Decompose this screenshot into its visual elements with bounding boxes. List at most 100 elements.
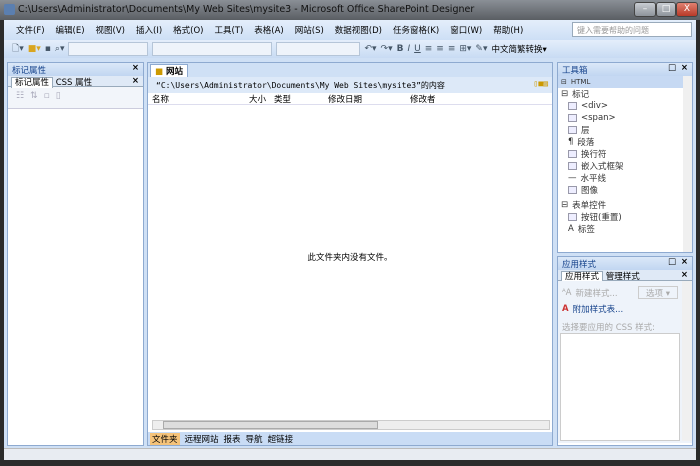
highlight-icon[interactable]: ✎▾ [475,44,487,54]
item-label: 嵌入式框架 [581,162,624,172]
toolbox-item-hr[interactable]: — 水平线 [568,172,692,184]
open-icon[interactable]: ■▾ [28,44,41,54]
column-type[interactable]: 类型 [274,93,291,105]
menu-taskpanes[interactable]: 任务窗格(K) [393,24,439,36]
horizontal-scrollbar[interactable] [152,420,550,430]
span-icon [568,114,577,122]
item-label: 段落 [577,138,595,148]
menu-dataview[interactable]: 数据视图(D) [335,24,382,36]
maximize-icon[interactable]: □ [668,257,676,267]
toolbox-item-image[interactable]: 图像 [568,184,692,196]
section-tags[interactable]: ⊟ 标记 [558,88,692,100]
align-right-icon[interactable]: ≡ [448,44,456,54]
item-label: 按钮(重置) [581,213,622,223]
tab-navigation[interactable]: 导航 [246,433,263,445]
menu-view[interactable]: 视图(V) [96,24,125,36]
section-form-controls[interactable]: ⊟ 表单控件 [558,199,692,211]
new-style-button[interactable]: ᴬA 新建样式... [562,287,618,299]
convert-button[interactable]: 中文简繁转换▾ [491,43,546,55]
menu-help[interactable]: 帮助(H) [493,24,523,36]
categorized-icon[interactable]: ☷ [16,91,30,101]
close-icon[interactable]: × [681,63,688,73]
properties-toolbar: ☷⇅▫▯ [8,87,143,109]
align-left-icon[interactable]: ≡ [425,44,433,54]
close-icon[interactable]: × [681,257,688,267]
menu-table[interactable]: 表格(A) [254,24,283,36]
window-title: C:\Users\Administrator\Documents\My Web … [18,4,475,15]
div-icon [568,102,577,110]
section-html[interactable]: ⊟ HTML [558,76,692,88]
menu-edit[interactable]: 编辑(E) [56,24,85,36]
new-folder-icons[interactable]: ▯■▨ [534,79,548,88]
menu-insert[interactable]: 插入(I) [136,24,162,36]
vertical-scrollbar[interactable] [683,76,692,252]
menu-site[interactable]: 网站(S) [295,24,324,36]
tab-hyperlinks[interactable]: 超链接 [268,433,294,445]
tag-icon[interactable]: ▯ [56,91,67,101]
save-icon[interactable]: ▪ [45,44,51,54]
menu-file[interactable]: 文件(F) [16,24,45,36]
close-icon[interactable]: × [681,270,688,280]
menu-format[interactable]: 格式(O) [173,24,203,36]
toolbox-item-iframe[interactable]: 嵌入式框架 [568,160,692,172]
document-tabs: ■ 网站 [148,63,552,77]
menu-window[interactable]: 窗口(W) [450,24,482,36]
bold-button[interactable]: B [397,44,404,54]
tab-tag-properties[interactable]: 标记属性 [11,77,54,88]
tag-properties-panel: 标记属性 × 标记属性 CSS 属性 × ☷⇅▫▯ [7,62,144,446]
undo-icon[interactable]: ↶▾ [364,44,376,54]
minimize-button[interactable]: – [634,2,656,17]
toolbox-item-break[interactable]: 换行符 [568,148,692,160]
column-size[interactable]: 大小 [249,93,266,105]
vertical-scrollbar[interactable] [682,281,692,441]
attach-stylesheet-link[interactable]: A 附加样式表... [562,303,623,315]
new-icon[interactable]: 🗋▾ [12,41,24,57]
close-button[interactable]: X [676,2,698,17]
site-panel: ■ 网站 “C:\Users\Administrator\Documents\M… [147,62,553,446]
tab-folders[interactable]: 文件夹 [150,432,180,445]
tab-site[interactable]: ■ 网站 [150,64,189,77]
italic-button[interactable]: I [407,44,410,54]
column-name[interactable]: 名称 [152,93,169,105]
tab-remote-site[interactable]: 远程网站 [185,433,219,445]
toolbox-item-paragraph[interactable]: ¶ 段落 [568,136,692,148]
toolbox-item-layer[interactable]: 层 [568,124,692,136]
column-modified-by[interactable]: 修改者 [410,93,436,105]
toolbox-item-div[interactable]: <div> [568,100,692,112]
borders-icon[interactable]: ⊞▾ [459,44,471,54]
menu-tools[interactable]: 工具(T) [214,24,243,36]
font-combo[interactable] [152,42,273,56]
close-icon[interactable]: × [132,76,139,86]
column-modified-date[interactable]: 修改日期 [328,93,362,105]
options-button[interactable]: 选项 ▾ [638,286,678,299]
size-combo[interactable] [276,42,361,56]
item-label: 层 [581,126,590,136]
item-label: <span> [581,113,616,123]
tab-css-properties[interactable]: CSS 属性 [56,78,92,88]
underline-button[interactable]: U [414,44,421,54]
site-icon: ■ [155,67,164,77]
show-set-icon[interactable]: ▫ [44,91,56,101]
new-style-icon: ᴬA [562,288,572,298]
attach-icon: A [562,304,569,314]
redo-icon[interactable]: ↷▾ [381,44,393,54]
toolbox-item-span[interactable]: <span> [568,112,692,124]
toolbox-item-reset-button[interactable]: 按钮(重置) [568,211,692,223]
help-search-input[interactable]: 键入需要帮助的问题 [572,22,692,37]
preview-icon[interactable]: ⌕▾ [55,44,65,54]
item-label: 换行符 [581,150,607,160]
sort-icon[interactable]: ⇅ [30,91,44,101]
align-center-icon[interactable]: ≡ [436,44,444,54]
close-icon[interactable]: × [132,63,139,73]
style-combo[interactable] [68,42,149,56]
break-icon [568,150,577,158]
tab-strip: 应用样式 管理样式 × [558,270,692,282]
tab-reports[interactable]: 报表 [224,433,241,445]
maximize-icon[interactable]: □ [668,63,676,73]
status-bar [4,448,696,460]
maximize-button[interactable]: □ [656,2,676,17]
scroll-thumb[interactable] [163,421,378,429]
toolbox-item-label[interactable]: A 标签 [568,223,692,235]
panel-header: 应用样式 □ × [558,257,692,270]
styles-list[interactable] [560,333,680,441]
